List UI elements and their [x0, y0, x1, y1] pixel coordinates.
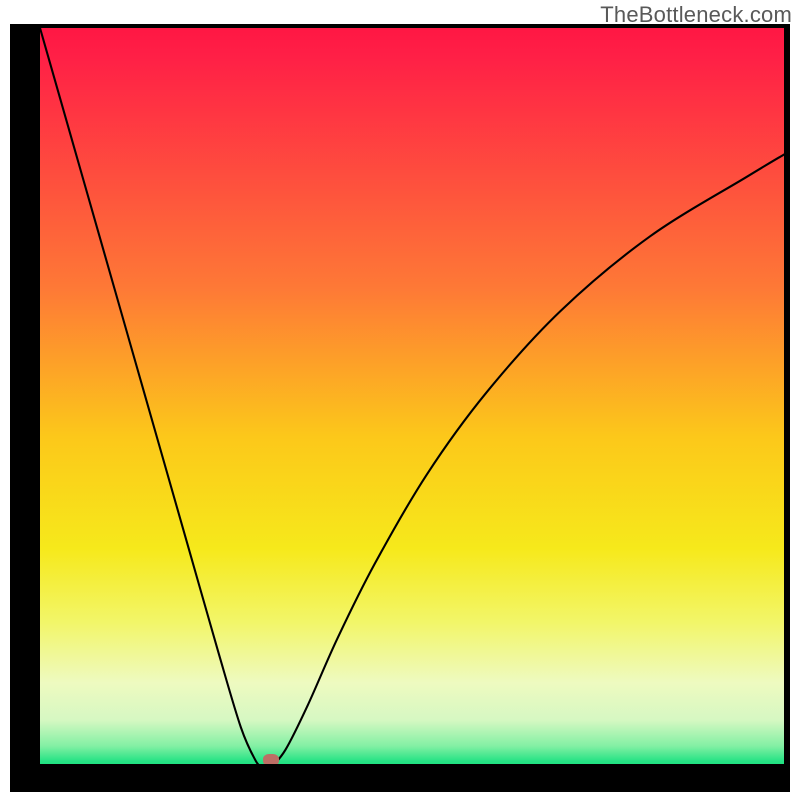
plot-area	[40, 28, 784, 764]
watermark-text: TheBottleneck.com	[600, 2, 792, 28]
bottleneck-curve	[40, 28, 784, 764]
chart-container: TheBottleneck.com	[0, 0, 800, 800]
optimal-point-marker	[263, 754, 279, 764]
chart-frame	[10, 24, 790, 792]
